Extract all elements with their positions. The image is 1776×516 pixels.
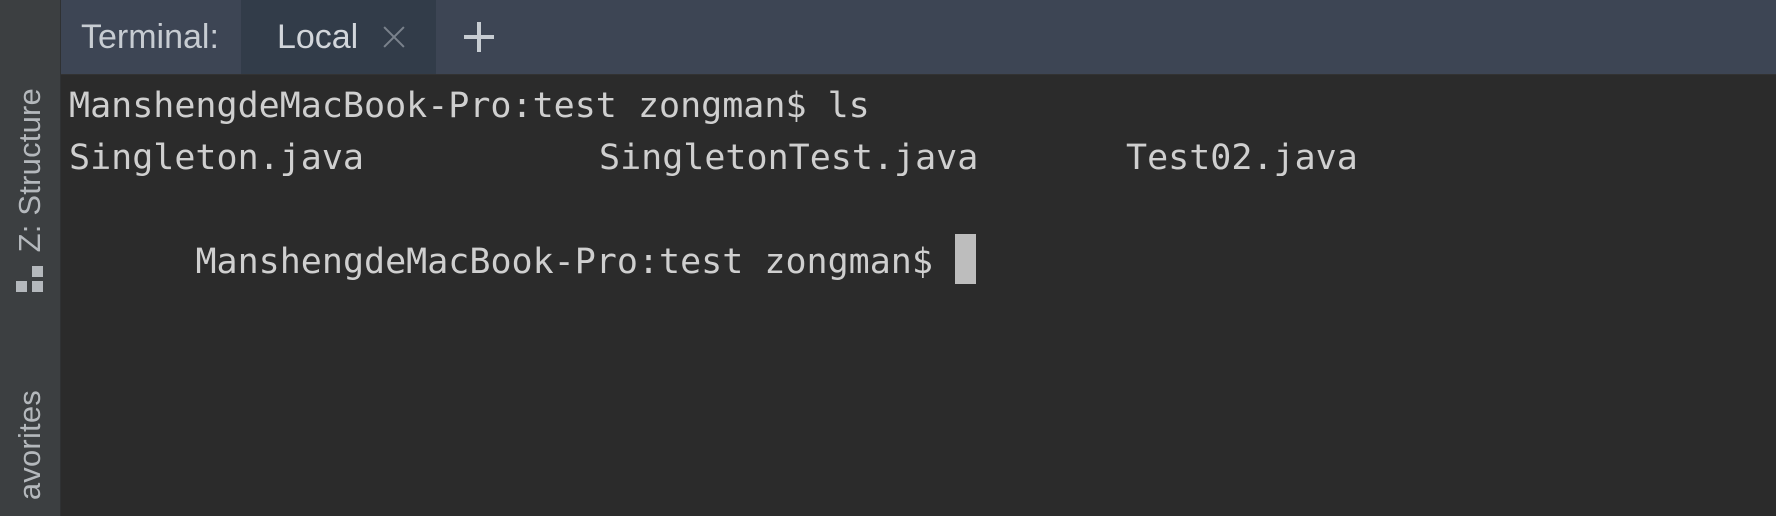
text-cursor xyxy=(954,234,976,284)
tab-local-label: Local xyxy=(276,17,359,56)
current-prompt: ManshengdeMacBook-Pro:test zongman$ xyxy=(195,242,933,282)
left-tool-strip: Z: Structure avorites xyxy=(0,0,61,516)
tab-local[interactable]: Local xyxy=(240,0,437,74)
terminal-header: Terminal: Local xyxy=(61,0,1776,75)
ls-output-item: Singleton.java xyxy=(69,138,365,178)
terminal-line: ManshengdeMacBook-Pro:test zongman$ xyxy=(69,184,976,284)
terminal-output[interactable]: ManshengdeMacBook-Pro:test zongman$ ls S… xyxy=(61,75,1776,516)
close-icon[interactable] xyxy=(382,25,406,49)
structure-tab-label: Z: Structure xyxy=(12,88,47,253)
terminal-title: Terminal: xyxy=(81,18,219,56)
command-text: ls xyxy=(827,86,870,126)
terminal-line: Singleton.java SingletonTest.java Test02… xyxy=(69,132,1358,184)
plus-icon[interactable] xyxy=(464,22,495,52)
terminal-line: ManshengdeMacBook-Pro:test zongman$ ls xyxy=(69,80,870,132)
ide-window: Z: Structure avorites Terminal: Local Ma… xyxy=(0,0,1776,516)
favorites-tab-label: avorites xyxy=(12,390,47,501)
structure-icon xyxy=(16,266,44,294)
ls-output-item: SingletonTest.java xyxy=(599,138,979,178)
favorites-tool-tab[interactable]: avorites xyxy=(0,390,60,500)
structure-tool-tab[interactable]: Z: Structure xyxy=(0,88,60,294)
prompt-text: ManshengdeMacBook-Pro:test zongman$ xyxy=(69,86,807,126)
ls-output-item: Test02.java xyxy=(1126,138,1358,178)
